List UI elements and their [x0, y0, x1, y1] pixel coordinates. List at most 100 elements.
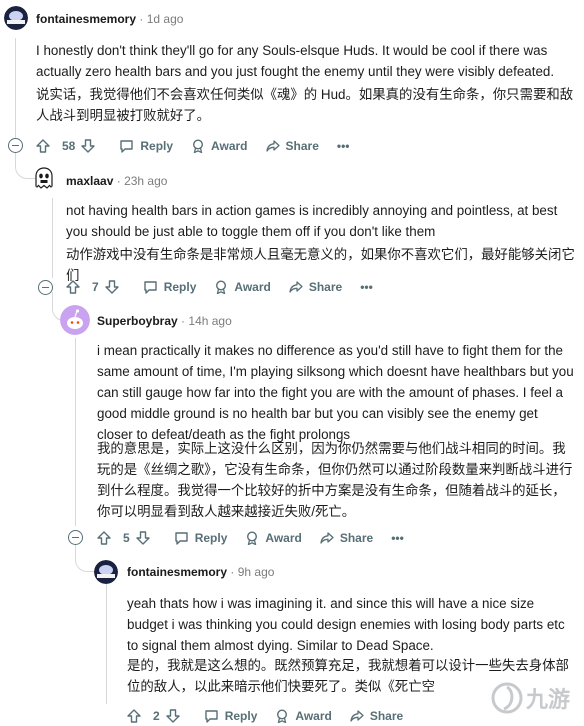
award-icon: [193, 139, 204, 153]
separator: ·: [116, 174, 121, 188]
comment-bubble-icon: [174, 532, 188, 545]
share-icon: [265, 140, 280, 152]
comment-header: fontainesmemory · 1d ago: [36, 12, 183, 26]
username[interactable]: fontainesmemory: [36, 12, 136, 26]
vote-count: 58: [62, 139, 76, 153]
watermark-text: 九游: [526, 687, 571, 712]
thread-line-level1: [15, 38, 16, 138]
comment-bubble-icon: [120, 140, 134, 153]
watermark: 九游: [490, 678, 580, 718]
downvote-icon[interactable]: [104, 280, 119, 294]
award-label: Award: [211, 139, 248, 153]
vote-group: 7: [66, 280, 125, 294]
award-icon: [247, 531, 258, 545]
reply-button[interactable]: Reply: [204, 709, 258, 723]
share-label: Share: [369, 709, 404, 723]
share-icon: [350, 710, 364, 722]
reply-button[interactable]: Reply: [174, 531, 228, 545]
separator: ·: [230, 565, 235, 579]
award-button[interactable]: Award: [191, 139, 248, 153]
timestamp[interactable]: 1d ago: [147, 12, 184, 26]
more-options-button[interactable]: •••: [337, 139, 350, 153]
comment-actions: 7 Reply Award Share •••: [66, 277, 391, 297]
award-button[interactable]: Award: [275, 709, 332, 723]
award-label: Award: [265, 531, 302, 545]
vote-count: 2: [153, 709, 160, 723]
avatar-icon: [4, 6, 28, 30]
comment-header: maxlaav · 23h ago: [66, 174, 167, 188]
timestamp[interactable]: 9h ago: [238, 565, 275, 579]
comment-bubble-icon: [143, 281, 157, 294]
more-dots-icon: •••: [336, 139, 350, 153]
downvote-icon[interactable]: [81, 139, 96, 153]
reply-label: Reply: [163, 280, 197, 294]
timestamp[interactable]: 23h ago: [124, 174, 167, 188]
share-label: Share: [285, 139, 319, 153]
snoo-avatar-icon: [60, 305, 90, 335]
username[interactable]: Superboybray: [97, 314, 178, 328]
award-icon: [277, 709, 288, 723]
username[interactable]: fontainesmemory: [127, 565, 227, 579]
reply-button[interactable]: Reply: [119, 139, 173, 153]
username[interactable]: maxlaav: [66, 174, 113, 188]
avatar[interactable]: [32, 166, 56, 190]
award-button[interactable]: Award: [214, 280, 271, 294]
comment-text-en: not having health bars in action games i…: [66, 203, 558, 239]
collapse-button[interactable]: [8, 138, 23, 153]
award-label: Award: [234, 280, 271, 294]
avatar[interactable]: [60, 305, 90, 335]
award-icon: [216, 280, 227, 294]
vote-group: 2: [127, 709, 186, 723]
nine-game-logo-icon: [491, 682, 523, 714]
share-button[interactable]: Share: [289, 280, 342, 294]
timestamp[interactable]: 14h ago: [188, 314, 231, 328]
comment-text-zh: 我的意思是，实际上这没什么区别，因为你仍然需要与他们战斗相同的时间。我玩的是《丝…: [97, 441, 573, 519]
downvote-icon[interactable]: [165, 709, 180, 723]
upvote-icon[interactable]: [36, 139, 50, 153]
comment-actions: 2 Reply Award Share: [127, 706, 421, 726]
upvote-icon[interactable]: [127, 709, 141, 723]
thread-line-level2: [52, 198, 53, 278]
comment-actions: 5 Reply Award Share •••: [97, 528, 422, 548]
collapse-button[interactable]: [38, 280, 53, 295]
more-options-button[interactable]: •••: [391, 531, 404, 545]
more-dots-icon: •••: [391, 531, 404, 545]
reply-button[interactable]: Reply: [143, 280, 197, 294]
avatar[interactable]: [4, 6, 28, 30]
minus-icon: [12, 145, 19, 146]
more-dots-icon: •••: [360, 280, 373, 294]
share-label: Share: [308, 280, 343, 294]
downvote-icon[interactable]: [135, 531, 150, 545]
comment-header: Superboybray · 14h ago: [97, 314, 232, 328]
comment-header: fontainesmemory · 9h ago: [127, 565, 274, 579]
reply-label: Reply: [194, 531, 228, 545]
comment-text-en: i mean practically it makes no differenc…: [97, 343, 574, 442]
vote-count: 5: [123, 531, 130, 545]
share-icon: [289, 281, 303, 293]
avatar[interactable]: [94, 560, 118, 584]
reply-label: Reply: [224, 709, 258, 723]
more-options-button[interactable]: •••: [360, 280, 373, 294]
minus-icon: [42, 287, 49, 288]
share-button[interactable]: Share: [320, 531, 373, 545]
upvote-icon[interactable]: [97, 531, 111, 545]
thread-line-level3: [75, 338, 76, 526]
reply-label: Reply: [140, 139, 174, 153]
thread-line-level4: [106, 584, 107, 704]
upvote-icon[interactable]: [66, 280, 80, 294]
collapse-button[interactable]: [68, 530, 83, 545]
separator: ·: [139, 12, 144, 26]
share-button[interactable]: Share: [265, 139, 319, 153]
vote-count: 7: [92, 280, 99, 294]
award-button[interactable]: Award: [245, 531, 302, 545]
comment-text-zh: 说实话，我觉得他们不会喜欢任何类似《魂》的 Hud。如果真的没有生命条，你只需要…: [36, 87, 574, 123]
comment-bubble-icon: [204, 710, 218, 723]
award-label: Award: [295, 709, 332, 723]
minus-icon: [72, 537, 79, 538]
avatar-icon: [94, 560, 118, 584]
vote-group: 5: [97, 531, 156, 545]
comment-text-en: I honestly don't think they'll go for an…: [36, 43, 555, 79]
share-icon: [320, 532, 334, 544]
vote-group: 58: [36, 139, 101, 153]
share-button[interactable]: Share: [350, 709, 403, 723]
